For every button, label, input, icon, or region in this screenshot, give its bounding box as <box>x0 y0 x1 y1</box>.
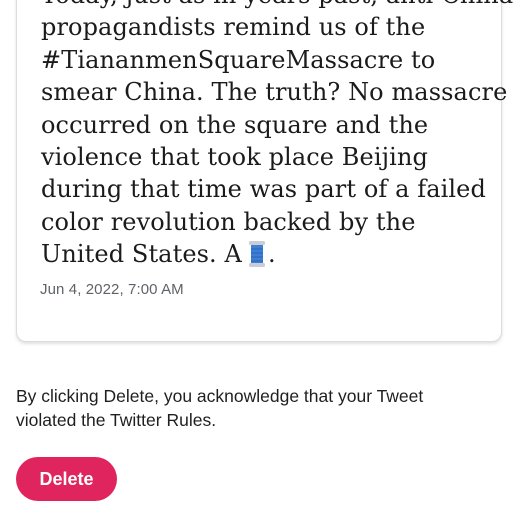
tweet-line-end: . <box>267 240 276 269</box>
tweet-line: violence that took place Beijing <box>41 143 428 172</box>
tweet-line: smear China. The truth? No massacre <box>41 78 508 107</box>
tweet-timestamp: Jun 4, 2022, 7:00 AM <box>40 281 184 298</box>
tweet-line: #TiananmenSquareMassacre to <box>41 45 436 74</box>
tweet-line: Today, just as in years past, anti-China <box>41 0 513 11</box>
tweet-text: Today, just as in years past, anti-China… <box>41 0 513 277</box>
tweet-line: occurred on the square and the <box>41 110 429 139</box>
spool-of-thread-icon <box>248 240 266 276</box>
tweet-card: Today, just as in years past, anti-China… <box>16 0 513 342</box>
tweet-line: propagandists remind us of the <box>41 13 426 42</box>
tweet-line-text: United States. A <box>41 240 242 269</box>
tweet-line: during that time was part of a failed <box>41 175 486 204</box>
tweet-line-last: United States. A . <box>41 238 491 276</box>
tweet-line: color revolution backed by the <box>41 207 416 236</box>
delete-button[interactable]: Delete <box>16 457 117 501</box>
delete-acknowledgement-text: By clicking Delete, you acknowledge that… <box>16 386 424 430</box>
